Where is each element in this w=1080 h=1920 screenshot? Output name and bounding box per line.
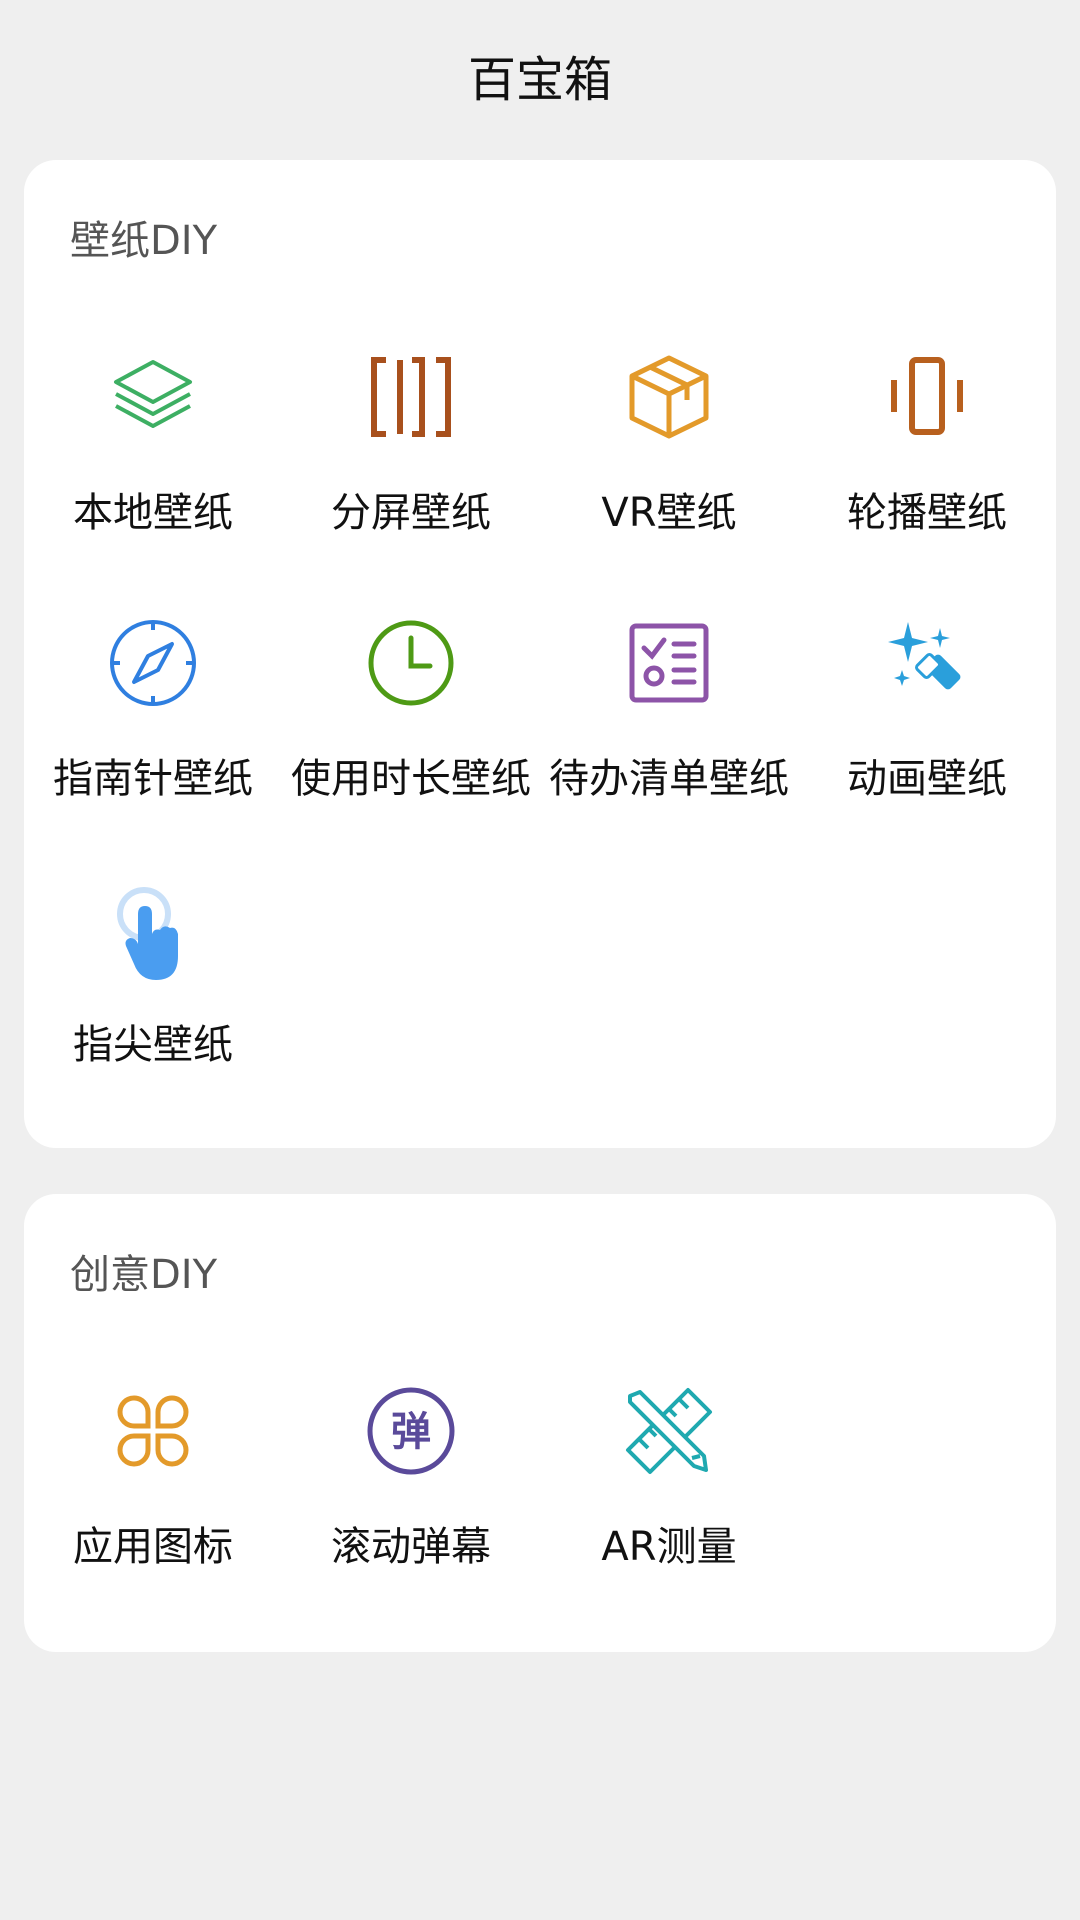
ruler-pencil-icon [624,1386,714,1476]
page-title: 百宝箱 [0,40,1080,110]
item-todo-wallpaper[interactable]: 待办清单壁纸 [540,618,798,838]
item-label: 待办清单壁纸 [534,746,804,804]
item-app-icon[interactable]: 应用图标 [24,1386,282,1606]
item-label: 指尖壁纸 [18,1012,288,1070]
item-label: 分屏壁纸 [276,480,546,538]
section-title-wallpaper: 壁纸DIY [70,208,217,266]
item-label: VR壁纸 [534,480,804,538]
cube-icon [624,352,714,442]
layers-icon [108,352,198,442]
item-label: 指南针壁纸 [18,746,288,804]
item-local-wallpaper[interactable]: 本地壁纸 [24,352,282,572]
item-fingertip-wallpaper[interactable]: 指尖壁纸 [24,884,282,1104]
item-usage-time-wallpaper[interactable]: 使用时长壁纸 [282,618,540,838]
toolbox-page: 百宝箱 壁纸DIY 本地壁纸 [0,0,1080,1920]
danmaku-glyph: 弹 [391,1409,431,1455]
sparkle-eraser-icon [882,618,972,708]
item-ar-measure[interactable]: AR测量 [540,1386,798,1606]
item-label: 使用时长壁纸 [276,746,546,804]
creative-diy-card: 创意DIY 应用图标 弹 滚动弹幕 [24,1194,1056,1652]
item-compass-wallpaper[interactable]: 指南针壁纸 [24,618,282,838]
section-title-creative: 创意DIY [70,1242,217,1300]
clock-icon [366,618,456,708]
item-label: 应用图标 [18,1514,288,1572]
wallpaper-diy-card: 壁纸DIY 本地壁纸 分屏壁纸 [24,160,1056,1148]
checklist-icon [624,618,714,708]
item-label: AR测量 [534,1514,804,1572]
item-danmaku[interactable]: 弹 滚动弹幕 [282,1386,540,1606]
app-icon-icon [108,1386,198,1476]
item-carousel-wallpaper[interactable]: 轮播壁纸 [798,352,1056,572]
item-split-wallpaper[interactable]: 分屏壁纸 [282,352,540,572]
item-animation-wallpaper[interactable]: 动画壁纸 [798,618,1056,838]
item-label: 本地壁纸 [18,480,288,538]
item-label: 动画壁纸 [792,746,1062,804]
compass-icon [108,618,198,708]
danmaku-icon: 弹 [366,1386,456,1476]
split-screen-icon [366,352,456,442]
item-label: 轮播壁纸 [792,480,1062,538]
fingertip-icon [108,884,198,974]
item-vr-wallpaper[interactable]: VR壁纸 [540,352,798,572]
item-label: 滚动弹幕 [276,1514,546,1572]
carousel-icon [882,352,972,442]
